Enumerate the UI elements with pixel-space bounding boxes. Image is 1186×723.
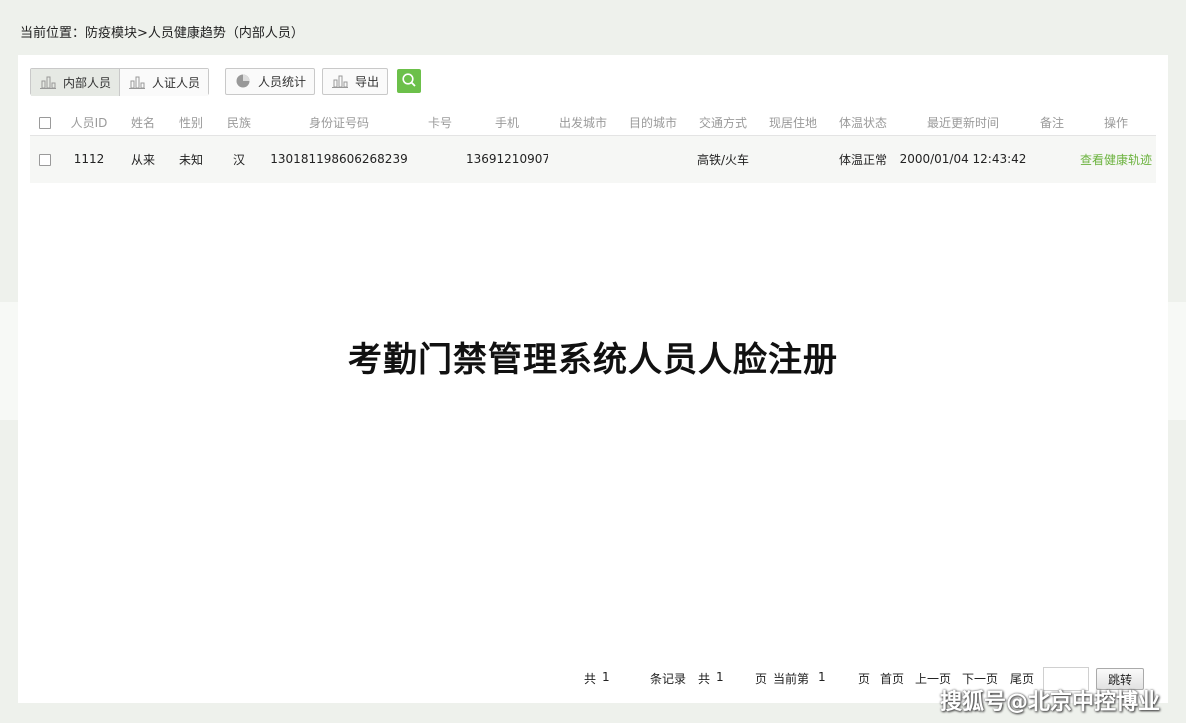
column-header[interactable]: 手机 <box>466 111 548 136</box>
table-header-row: 人员ID 姓名 性别 民族 身份证号码 卡号 手机 出发城市 目的城市 交通方式… <box>30 111 1156 136</box>
select-all-header <box>30 111 60 136</box>
pager-pages-prefix: 共 <box>698 672 711 686</box>
row-select-cell <box>30 135 60 183</box>
staff-type-switch: 内部人员 人证人员 <box>30 67 210 96</box>
pie-chart-icon <box>234 73 252 89</box>
column-header[interactable]: 出发城市 <box>548 111 618 136</box>
column-header[interactable]: 人员ID <box>60 111 118 136</box>
cell-name: 从来 <box>118 135 168 183</box>
column-header[interactable]: 性别 <box>168 111 214 136</box>
pager-current-page: 1 <box>818 670 826 684</box>
column-header[interactable]: 目的城市 <box>618 111 688 136</box>
cell-id-number: 130181198606268239 <box>264 135 414 183</box>
pager-pages-label: 页 <box>755 672 768 686</box>
cell-ethnicity: 汉 <box>214 135 264 183</box>
view-health-track-link[interactable]: 查看健康轨迹 <box>1080 153 1152 167</box>
staff-table: 人员ID 姓名 性别 民族 身份证号码 卡号 手机 出发城市 目的城市 交通方式… <box>30 111 1156 183</box>
column-header: 操作 <box>1076 111 1156 136</box>
column-header[interactable]: 民族 <box>214 111 264 136</box>
internal-staff-tab[interactable]: 内部人员 <box>31 68 120 96</box>
select-all-checkbox[interactable] <box>39 117 51 130</box>
cell-gender: 未知 <box>168 135 214 183</box>
cell-transport: 高铁/火车 <box>688 135 758 183</box>
pager-total-records: 1 <box>602 670 610 684</box>
pager-current-suffix: 页 <box>858 672 871 686</box>
cell-id: 1112 <box>60 135 118 183</box>
pager-first-link[interactable]: 首页 <box>880 670 904 687</box>
column-header[interactable]: 现居住地 <box>758 111 828 136</box>
column-header[interactable]: 身份证号码 <box>264 111 414 136</box>
cell-updated: 2000/01/04 12:43:42 <box>898 135 1028 183</box>
cell-residence <box>758 135 828 183</box>
cell-to-city <box>618 135 688 183</box>
pager-total-prefix: 共 <box>584 672 597 686</box>
bar-chart-icon <box>331 73 349 89</box>
staff-stats-button[interactable]: 人员统计 <box>225 67 316 95</box>
overlay-title: 考勤门禁管理系统人员人脸注册 <box>348 340 838 380</box>
column-header[interactable]: 体温状态 <box>828 111 898 136</box>
bar-chart-icon <box>39 74 57 90</box>
export-label: 导出 <box>355 74 380 89</box>
id-staff-tab[interactable]: 人证人员 <box>119 68 209 96</box>
table-row: 1112 从来 未知 汉 130181198606268239 13691210… <box>30 135 1156 183</box>
column-header[interactable]: 备注 <box>1028 111 1076 136</box>
pager-current-prefix: 当前第 <box>773 672 810 686</box>
internal-staff-label: 内部人员 <box>63 75 112 90</box>
column-header[interactable]: 姓名 <box>118 111 168 136</box>
column-header[interactable]: 交通方式 <box>688 111 758 136</box>
source-watermark: 搜狐号@北京中控博业 <box>939 690 1160 715</box>
search-button[interactable] <box>397 69 422 93</box>
id-staff-label: 人证人员 <box>152 75 201 90</box>
cell-phone: 13691210907 <box>466 135 548 183</box>
column-header[interactable]: 卡号 <box>414 111 466 136</box>
bar-chart-icon <box>128 74 146 90</box>
cell-action: 查看健康轨迹 <box>1076 135 1156 183</box>
staff-stats-label: 人员统计 <box>258 74 307 89</box>
search-icon <box>401 72 417 91</box>
cell-remark <box>1028 135 1076 183</box>
pager-total-pages: 1 <box>716 670 724 684</box>
cell-temp-status: 体温正常 <box>828 135 898 183</box>
cell-card-no <box>414 135 466 183</box>
pager-records-label: 条记录 <box>650 672 687 686</box>
column-header[interactable]: 最近更新时间 <box>898 111 1028 136</box>
breadcrumb: 当前位置：防疫模块>人员健康趋势（内部人员） <box>20 26 304 41</box>
row-checkbox[interactable] <box>39 153 51 166</box>
cell-from-city <box>548 135 618 183</box>
export-button[interactable]: 导出 <box>322 67 389 95</box>
toolbar: 内部人员 人证人员 人员统计 导出 <box>30 67 422 96</box>
